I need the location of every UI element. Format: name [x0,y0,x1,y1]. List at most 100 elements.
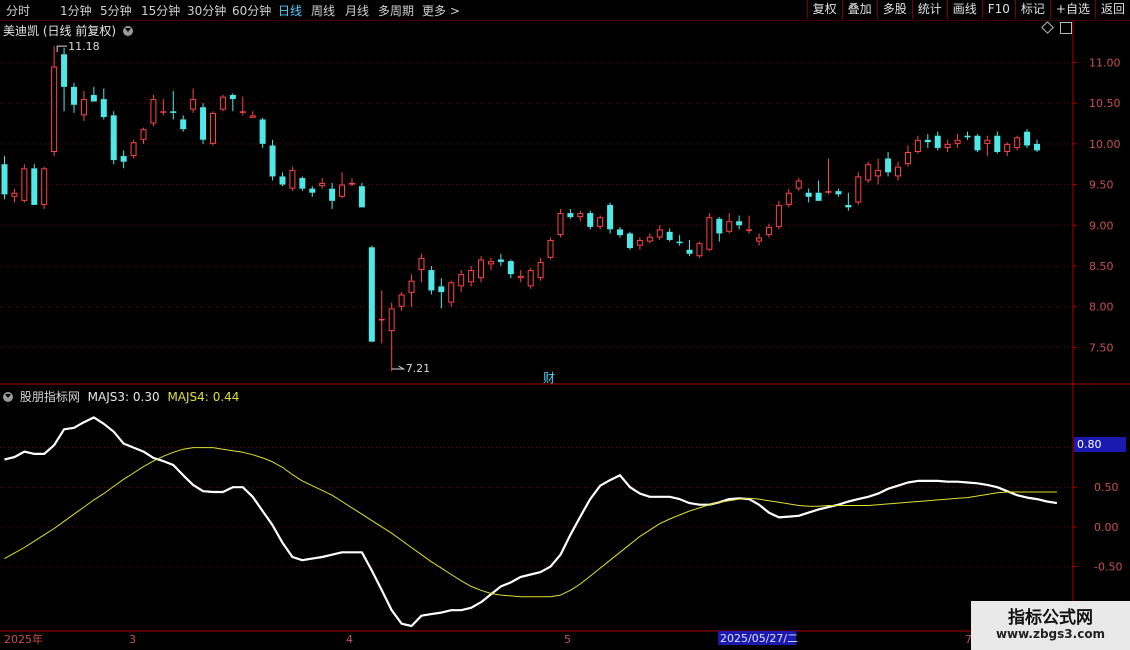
candle-body [855,176,862,203]
candle [686,239,693,257]
candle-body [339,184,346,197]
candle [775,200,782,230]
chevron-down-icon[interactable] [3,392,13,402]
candle-body [567,213,574,218]
candle [607,202,614,234]
chart-canvas[interactable]: 7.50 8.00 8.50 9.00 9.50 10.00 10.50 11.00 -0.50… [0,0,1130,650]
candle [150,95,157,126]
candle-body [229,95,236,100]
candle-body [944,143,951,148]
candle-body [656,229,663,238]
candle-body [408,280,415,293]
candle-body [239,111,246,113]
candle [80,90,87,122]
candle-body [468,270,475,283]
candle-body [577,213,584,218]
low-price-label: 7.21 [406,362,431,375]
candle [507,259,514,279]
cursor-date-label: 2025/05/27/二 [720,632,798,645]
candle [41,166,48,209]
candle [914,135,921,154]
price-tick-label: 10.00 [1089,138,1121,151]
candle [418,253,425,283]
candle-body [299,178,306,189]
candle-body [835,191,842,195]
candle-body [845,204,852,208]
candle-body [895,166,902,177]
candle-body [200,107,207,140]
watermark: 指标公式网 www.zbgs3.com [971,601,1130,650]
candle [1004,142,1011,157]
candle [100,88,107,120]
candle-body [686,249,693,254]
candle [239,96,246,116]
candle [726,213,733,234]
candle-body [190,99,197,110]
candle [895,161,902,181]
candle [408,274,415,307]
candle-body [160,111,167,113]
candle-body [358,186,365,208]
candle [587,210,594,230]
candle-body [41,168,48,205]
candle-body [487,261,494,265]
candle-body [378,318,385,321]
candle-body [934,135,941,148]
candle [716,217,723,242]
finance-event-marker[interactable]: 财 [543,371,555,385]
candle [805,188,812,203]
candle-body [527,270,534,287]
majs4-value: 0.44 [212,390,240,404]
candle [537,257,544,281]
candle [944,139,951,152]
candle [31,164,38,205]
candle-body [775,204,782,227]
date-label-mar: 3 [129,633,136,646]
candle-body [676,241,683,244]
candle [130,139,137,159]
candle [885,152,892,177]
candle-body [398,294,405,307]
candle [348,178,355,187]
high-price-label: 11.18 [68,40,100,53]
axis-tick-labels: 7.50 8.00 8.50 9.00 9.50 10.00 10.50 11.00 -0.50… [1089,56,1122,573]
price-tick-label: 8.50 [1089,260,1114,273]
candle-body [140,129,147,140]
candle-body [974,135,981,151]
candle-body [805,192,812,197]
candle [11,188,18,203]
candle-body [557,213,564,236]
candle [924,134,931,148]
candle [319,178,326,189]
candle-body [31,168,38,205]
candle [845,192,852,211]
candle-body [80,99,87,116]
candle-body [617,229,624,236]
candle [954,134,961,148]
candle-body [885,158,892,173]
candle-body [110,115,117,161]
candle-body [726,221,733,232]
candle [825,158,832,195]
candle [329,182,336,209]
candle [527,267,534,289]
candle [438,278,445,309]
candle-body [150,99,157,124]
price-tick-label: 11.00 [1089,56,1121,69]
indicator-gridlines [0,447,1077,568]
watermark-title: 指标公式网 [1008,608,1093,628]
candle-body [418,257,425,271]
candle [984,135,991,157]
candle-body [666,231,673,240]
price-tick-label: 7.50 [1089,341,1114,354]
high-marker-line [56,45,68,53]
candle [339,172,346,199]
candle [487,257,494,271]
candle-body [70,86,77,105]
candle [259,117,266,148]
candle [696,241,703,258]
candle-body [964,135,971,138]
candle [617,226,624,238]
candle [180,115,187,132]
candle-body [309,188,316,193]
